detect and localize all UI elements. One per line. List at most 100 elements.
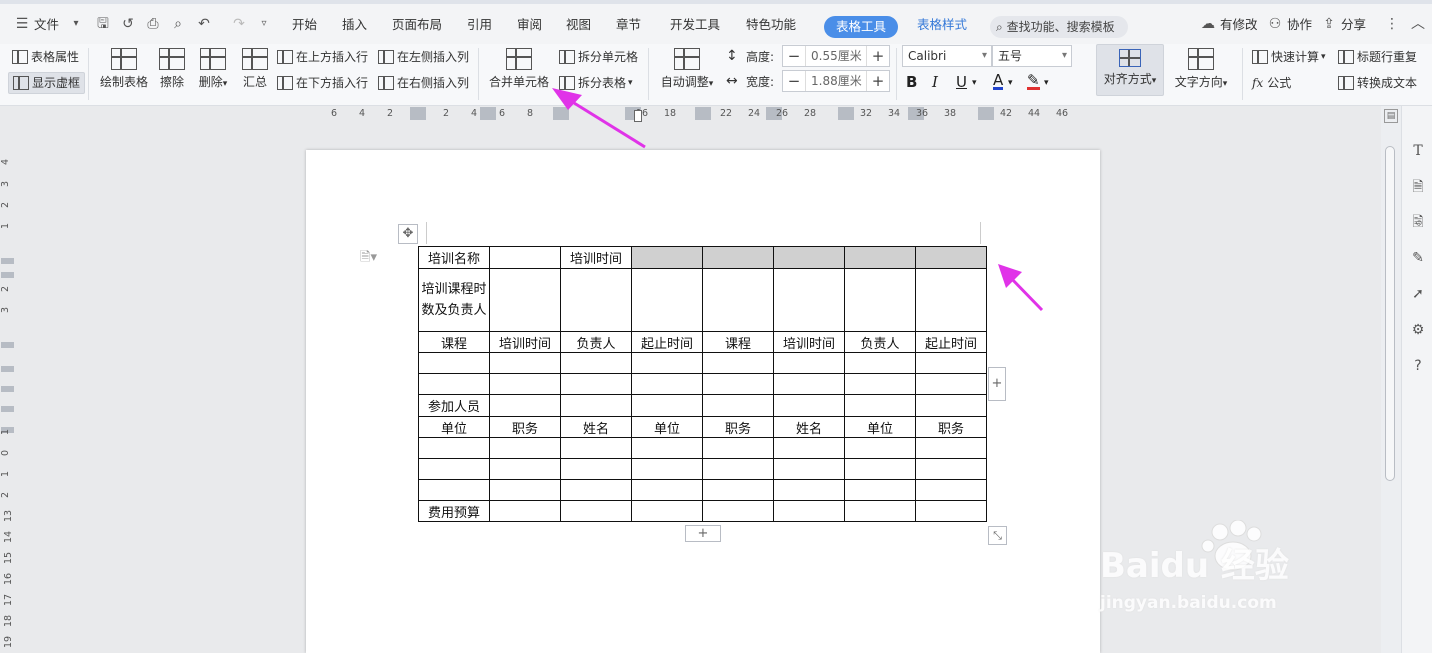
- table-cell[interactable]: [560, 458, 632, 480]
- ruler-row-marker[interactable]: [1, 272, 14, 278]
- erase-button[interactable]: 擦除: [157, 48, 187, 90]
- decrease-width-button[interactable]: −: [783, 71, 805, 91]
- show-grid-toggle[interactable]: 显示虚框: [8, 72, 86, 94]
- table-cell[interactable]: [773, 268, 845, 332]
- table-cell[interactable]: [418, 479, 490, 501]
- table-cell[interactable]: [631, 437, 703, 459]
- table-cell[interactable]: [915, 458, 987, 480]
- row-height-stepper[interactable]: − 0.55厘米 +: [782, 45, 890, 67]
- table-cell[interactable]: [915, 500, 987, 522]
- tab-start[interactable]: 开始: [292, 13, 317, 37]
- delete-button[interactable]: 删除▾: [195, 48, 231, 92]
- sliders-icon[interactable]: ⚙: [1409, 321, 1427, 339]
- table-cell[interactable]: 单位: [418, 416, 490, 438]
- ruler-column-marker[interactable]: [838, 107, 854, 120]
- table-cell[interactable]: [702, 437, 774, 459]
- table-cell[interactable]: [702, 394, 774, 417]
- horizontal-ruler[interactable]: 6 4 2 2 4 6 8 16 18 22 24 26 28 32 34 36…: [0, 106, 1380, 122]
- insert-col-left-button[interactable]: 在左侧插入列: [378, 48, 469, 66]
- table-cell[interactable]: 负责人: [844, 331, 916, 353]
- table-cell[interactable]: [418, 373, 490, 395]
- table-cell[interactable]: [418, 352, 490, 374]
- file-menu[interactable]: 文件: [34, 13, 59, 37]
- tab-review[interactable]: 审阅: [517, 13, 542, 37]
- pen-icon[interactable]: ✎: [1409, 249, 1427, 267]
- ruler-column-marker[interactable]: [410, 107, 426, 120]
- tab-page-layout[interactable]: 页面布局: [392, 13, 442, 37]
- tab-features[interactable]: 特色功能: [746, 13, 796, 37]
- table-cell[interactable]: 培训名称: [418, 246, 490, 269]
- table-cell[interactable]: [489, 246, 561, 269]
- table-cell[interactable]: 职务: [702, 416, 774, 438]
- document-table[interactable]: 培训名称 培训时间 培训课程时数及负责人 课程 培训时间 负责人 起止时间 课程…: [418, 246, 987, 522]
- table-cell[interactable]: 费用预算: [418, 500, 490, 522]
- cursor-icon[interactable]: ➚: [1409, 285, 1427, 303]
- table-cell[interactable]: [844, 458, 916, 480]
- ruler-column-marker[interactable]: [553, 107, 569, 120]
- selected-cell[interactable]: [773, 246, 845, 269]
- table-cell[interactable]: [702, 458, 774, 480]
- table-cell[interactable]: [844, 373, 916, 395]
- help-icon[interactable]: ?: [1409, 357, 1427, 375]
- insert-col-right-button[interactable]: 在右侧插入列: [378, 74, 469, 92]
- selected-cell[interactable]: [631, 246, 703, 269]
- hamburger-icon[interactable]: ☰: [14, 16, 30, 32]
- chevron-down-icon[interactable]: ▾: [1044, 78, 1049, 88]
- table-cell[interactable]: 培训时间: [773, 331, 845, 353]
- split-table-button[interactable]: 拆分表格 ▾: [559, 74, 633, 92]
- table-cell[interactable]: [631, 394, 703, 417]
- paragraph-marker-icon[interactable]: 🗎▾: [360, 248, 377, 270]
- height-value[interactable]: 0.55厘米: [805, 46, 867, 66]
- italic-icon[interactable]: I: [932, 73, 938, 91]
- selected-cell[interactable]: [702, 246, 774, 269]
- collab-button[interactable]: 协作: [1287, 13, 1312, 37]
- text-direction-button[interactable]: 文字方向▾: [1170, 48, 1232, 92]
- document-icon[interactable]: 🗎: [1409, 178, 1427, 196]
- scrollbar-thumb[interactable]: [1385, 146, 1395, 481]
- table-cell[interactable]: [702, 373, 774, 395]
- add-row-button[interactable]: +: [685, 525, 721, 542]
- highlight-icon[interactable]: ✎: [1027, 73, 1040, 90]
- selected-cell[interactable]: [915, 246, 987, 269]
- insert-row-below-button[interactable]: 在下方插入行: [277, 74, 368, 92]
- increase-width-button[interactable]: +: [867, 71, 889, 91]
- print-icon[interactable]: ⎙: [145, 16, 161, 32]
- table-cell[interactable]: [560, 500, 632, 522]
- table-cell[interactable]: 姓名: [560, 416, 632, 438]
- table-cell[interactable]: [915, 373, 987, 395]
- table-cell[interactable]: 起止时间: [631, 331, 703, 353]
- table-cell[interactable]: [773, 479, 845, 501]
- ruler-row-marker[interactable]: [1, 406, 14, 412]
- font-size-select[interactable]: 五号: [992, 45, 1072, 67]
- col-width-stepper[interactable]: − 1.88厘米 +: [782, 70, 890, 92]
- table-cell[interactable]: [631, 373, 703, 395]
- customize-toolbar-icon[interactable]: ▿: [256, 16, 272, 32]
- resize-table-icon[interactable]: ⤡: [988, 526, 1007, 545]
- move-table-icon[interactable]: ✥: [398, 224, 418, 244]
- vertical-ruler[interactable]: 4 3 2 1 2 3 1 0 1 2 13 14 15 16 17 18 19: [0, 122, 15, 653]
- table-cell[interactable]: [489, 373, 561, 395]
- insert-row-above-button[interactable]: 在上方插入行: [277, 48, 368, 66]
- ruler-column-marker[interactable]: [480, 107, 496, 120]
- table-cell[interactable]: [560, 479, 632, 501]
- ruler-row-marker[interactable]: [1, 366, 14, 372]
- table-cell[interactable]: [631, 352, 703, 374]
- document-settings-icon[interactable]: 🗟: [1409, 213, 1427, 231]
- table-cell[interactable]: [844, 394, 916, 417]
- table-cell[interactable]: [773, 437, 845, 459]
- table-cell[interactable]: [844, 437, 916, 459]
- table-cell[interactable]: [915, 268, 987, 332]
- table-cell[interactable]: 职务: [915, 416, 987, 438]
- align-button[interactable]: 对齐方式▾: [1096, 44, 1164, 96]
- tab-table-tools[interactable]: 表格工具: [824, 16, 899, 38]
- table-cell[interactable]: [702, 479, 774, 501]
- table-cell[interactable]: [560, 394, 632, 417]
- tab-section[interactable]: 章节: [616, 13, 641, 37]
- quick-calc-button[interactable]: 快速计算 ▾: [1252, 48, 1326, 66]
- split-cells-button[interactable]: 拆分单元格: [559, 48, 638, 66]
- indent-marker[interactable]: [634, 110, 642, 122]
- table-cell[interactable]: [773, 373, 845, 395]
- table-cell[interactable]: [560, 373, 632, 395]
- convert-to-text-button[interactable]: 转换成文本: [1338, 74, 1417, 92]
- modified-status[interactable]: 有修改: [1220, 13, 1258, 37]
